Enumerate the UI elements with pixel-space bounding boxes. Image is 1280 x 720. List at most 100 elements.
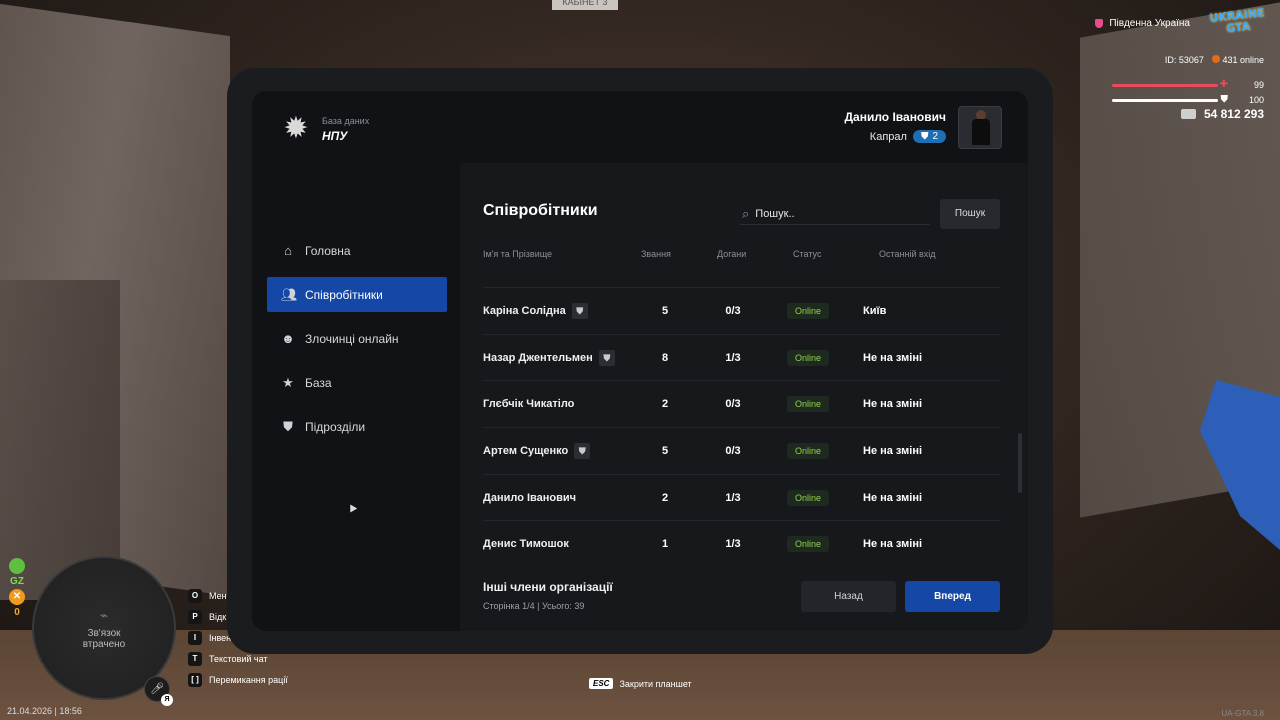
footer-title: Інші члени організації — [483, 580, 613, 594]
sidebar-item-label: Підрозділи — [305, 419, 366, 434]
game-version: UA-GTA 3.8 — [1221, 709, 1264, 718]
employee-reprimands: 0/3 — [725, 445, 741, 458]
region-label: Південна Україна — [1109, 18, 1190, 29]
tablet-screen: ✹ База даних НПУ ⌂ Головна 👥︎ Співробітн… — [252, 91, 1028, 631]
user-rank: Капрал — [869, 130, 907, 143]
main-content: Співробітники ⌕ Пошук Ім'я та Прізвище З… — [460, 163, 1028, 631]
sidebar-item-home[interactable]: ⌂ Головна — [267, 233, 447, 268]
employee-reprimands: 1/3 — [725, 351, 741, 364]
page-title: Співробітники — [483, 202, 598, 219]
health-icon: ✚ — [1219, 79, 1228, 90]
employee-last-login: Не на зміні — [863, 491, 923, 504]
background-wall-left — [0, 280, 120, 600]
table-scrollbar[interactable] — [1018, 433, 1022, 493]
sidebar-item-label: Співробітники — [305, 287, 383, 302]
employee-name: Денис Тимошок — [483, 538, 569, 551]
status-badge: Online — [787, 489, 830, 506]
status-badge: Online — [787, 443, 830, 460]
hud-player-info: ID: 53067 431 online — [1165, 55, 1264, 65]
table-row[interactable]: Денис Тимошок 1 1/3 Online Не на зміні — [483, 520, 1000, 567]
minimap-status: Зв'язок втрачено — [82, 627, 126, 650]
esc-key: ESC — [589, 678, 614, 689]
wanted-level: 0 — [14, 607, 20, 618]
column-name: Ім'я та Прізвище — [483, 249, 553, 259]
user-rank-row: Капрал ⛊ 2 — [870, 130, 946, 143]
column-reprimands: Догани — [717, 249, 747, 259]
armor-icon: ⛊ — [1220, 94, 1229, 105]
employee-reprimands: 0/3 — [725, 398, 741, 411]
employee-rank: 2 — [661, 491, 669, 504]
wanted-icon: ✕ — [9, 589, 25, 605]
status-badge: Online — [787, 536, 830, 553]
language-badge: Я — [161, 694, 173, 706]
employee-name: Артем Сущенко — [483, 445, 569, 458]
shield-badge-icon: ⛊ — [598, 349, 615, 366]
star-icon: ★ — [282, 374, 294, 390]
search-input[interactable] — [755, 207, 906, 220]
health-value: 99 — [1253, 80, 1264, 90]
table-row[interactable]: Глєбчік Чикатіло 2 0/3 Online Не на змін… — [483, 380, 1000, 427]
employee-last-login: Не на зміні — [863, 445, 923, 458]
rank-badge: ⛊ 2 — [912, 130, 946, 143]
door-sign: КАБІНЕТ 3 — [552, 0, 618, 10]
sidebar-item-label: База — [305, 375, 332, 390]
user-name: Данило Іванович — [844, 110, 946, 124]
shield-badge-icon: ⛊ — [571, 303, 588, 319]
column-status: Статус — [793, 249, 822, 259]
employee-reprimands: 1/3 — [725, 538, 741, 551]
home-icon: ⌂ — [284, 243, 292, 258]
employee-reprimands: 0/3 — [725, 305, 741, 317]
player-id: ID: 53067 — [1164, 55, 1204, 65]
employee-name: Глєбчік Чикатіло — [483, 398, 575, 411]
back-button[interactable]: Назад — [801, 581, 896, 612]
sidebar-item-divisions[interactable]: ⛊ Підрозділи — [267, 409, 447, 444]
table-row[interactable]: Назар Джентельмен ⛊ 8 1/3 Online Не на зм… — [483, 333, 1000, 381]
sidebar: ✹ База даних НПУ ⌂ Головна 👥︎ Співробітн… — [252, 91, 460, 631]
status-badge: Online — [787, 396, 830, 413]
money-display: 54 812 293 — [1180, 107, 1264, 121]
armor-bar — [1112, 99, 1218, 102]
status-indicators: GZ ✕ 0 — [7, 558, 27, 618]
sidebar-item-label: Головна — [305, 243, 351, 258]
mouse-cursor-icon — [346, 502, 358, 513]
employee-reprimands: 1/3 — [725, 491, 741, 504]
employee-last-login: Не на зміні — [863, 351, 923, 364]
table-row[interactable]: Артем Сущенко ⛊ 5 0/3 Online Не на зміні — [483, 427, 1000, 474]
sidebar-item-employees[interactable]: 👥︎ Співробітники — [267, 277, 447, 312]
employee-last-login: Київ — [863, 305, 887, 317]
brand: ✹ База даних НПУ — [280, 113, 369, 145]
employee-rank: 5 — [661, 445, 669, 458]
search-icon: ⌕ — [742, 205, 750, 221]
armor-value: 100 — [1248, 95, 1264, 105]
employee-name: Каріна Солідна — [483, 305, 566, 317]
employee-rank: 5 — [661, 305, 669, 317]
sidebar-item-database[interactable]: ★ База — [267, 365, 447, 400]
search-button[interactable]: Пошук — [940, 199, 1000, 229]
table-row[interactable]: Каріна Солідна ⛊ 5 0/3 Online Київ — [483, 287, 1000, 334]
server-logo: UKRAINE GTA — [1208, 6, 1266, 36]
column-last-login: Останній вхід — [879, 249, 936, 259]
table-header: Ім'я та Прізвище Звання Догани Статус Ос… — [483, 249, 1000, 263]
employee-rank: 2 — [661, 398, 669, 411]
users-icon: 👥︎ — [281, 286, 298, 302]
brand-subtitle: База даних — [322, 115, 370, 126]
no-signal-icon: ⌁ — [99, 606, 109, 623]
green-zone-label: GZ — [10, 576, 24, 587]
table-row[interactable]: Данило Іванович 2 1/3 Online Не на зміні — [483, 473, 1000, 521]
employee-name: Данило Іванович — [483, 491, 577, 504]
next-button[interactable]: Вперед — [905, 581, 1000, 612]
money-value: 54 812 293 — [1203, 107, 1264, 121]
shield-icon: ⛊ — [283, 418, 293, 434]
employee-rank: 1 — [661, 538, 669, 551]
employee-rank: 8 — [661, 351, 669, 364]
sidebar-item-criminals[interactable]: ☻ Злочинці онлайн — [267, 321, 447, 356]
employees-table: Каріна Солідна ⛊ 5 0/3 Online Київ Назар … — [483, 287, 1000, 567]
esc-label: Закрити планшет — [619, 678, 692, 689]
sidebar-nav: ⌂ Головна 👥︎ Співробітники ☻ Злочинці он… — [267, 233, 447, 444]
tablet: ✹ База даних НПУ ⌂ Головна 👥︎ Співробітн… — [227, 68, 1053, 654]
sidebar-item-label: Злочинці онлайн — [305, 331, 399, 346]
esc-hint: ESC Закрити планшет — [589, 678, 692, 689]
rank-shield-icon: ⛊ — [920, 131, 929, 142]
online-count: 431 online — [1211, 55, 1264, 65]
pagination-info: Сторінка 1/4 | Усього: 39 — [483, 601, 585, 611]
